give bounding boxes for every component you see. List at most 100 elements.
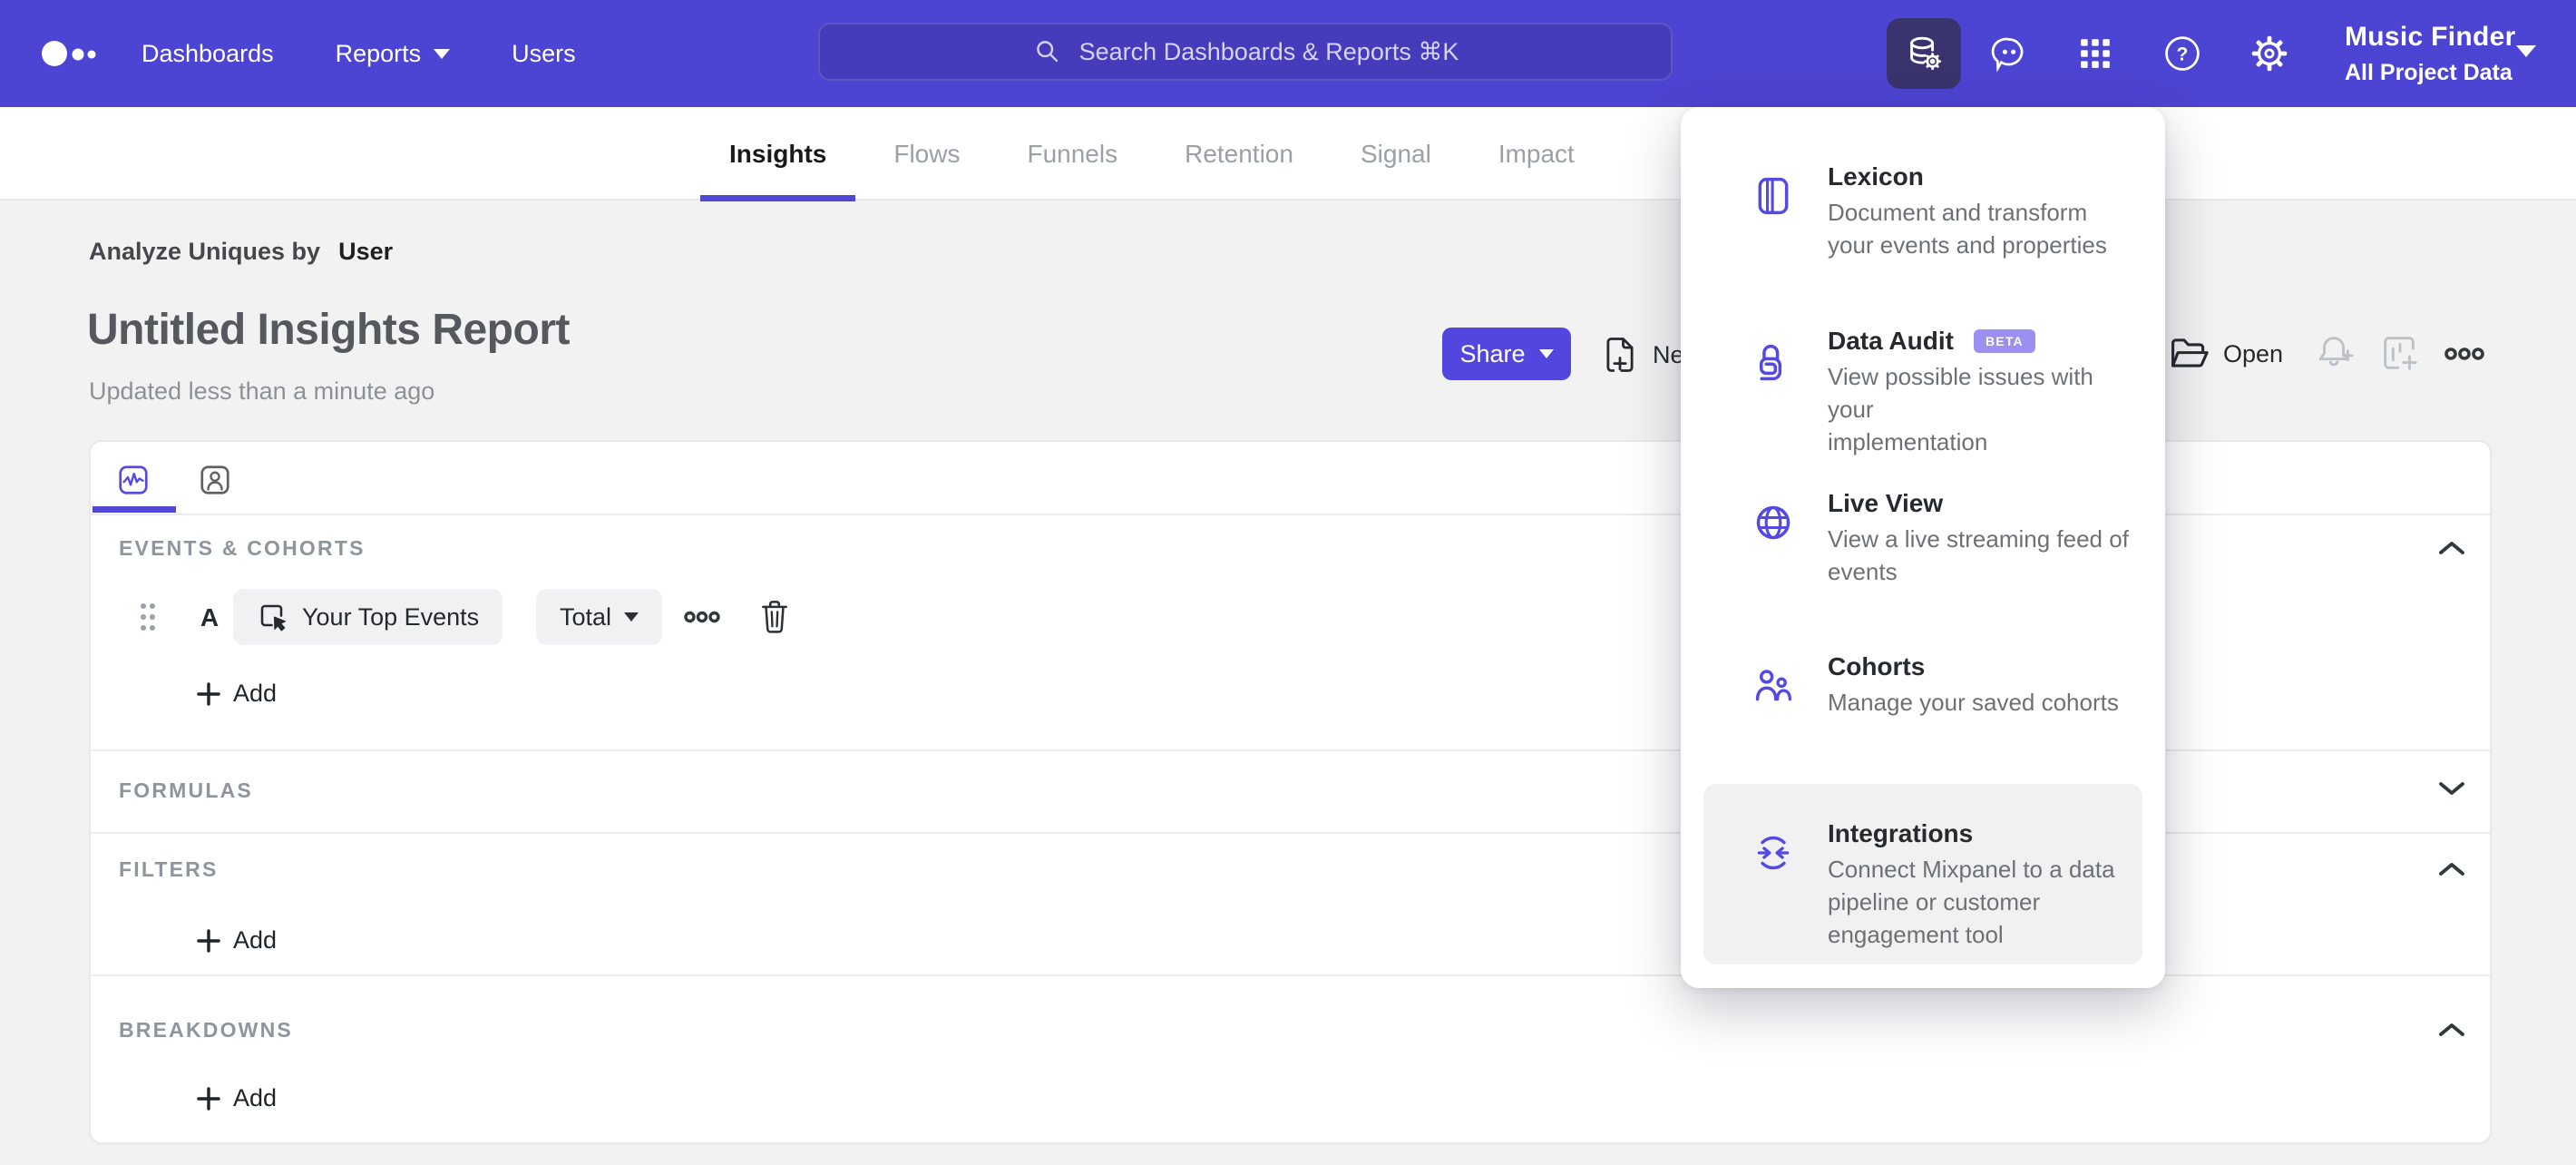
integrations-icon <box>1757 836 1790 870</box>
tab-flows[interactable]: Flows <box>864 107 989 201</box>
cursor-click-icon <box>260 604 287 631</box>
event-row-more-button[interactable] <box>683 609 721 630</box>
menu-item-text: Lexicon Document and transform your even… <box>1828 162 2107 261</box>
menu-item-description: Document and transform your events and p… <box>1828 199 2107 259</box>
add-label: Add <box>233 680 278 707</box>
tab-signal[interactable]: Signal <box>1332 107 1460 201</box>
metric-select-button[interactable]: Total <box>536 589 663 645</box>
tab-profiles-view[interactable] <box>199 464 231 496</box>
expand-formulas-button[interactable] <box>2438 781 2465 801</box>
event-name: Your Top Events <box>302 602 480 631</box>
tab-insights[interactable]: Insights <box>700 107 856 201</box>
nav-item-label: Dashboards <box>141 39 274 67</box>
tab-retention[interactable]: Retention <box>1156 107 1322 201</box>
gear-icon <box>2251 35 2288 72</box>
analyze-prefix: Analyze Uniques by <box>89 238 321 265</box>
drag-dots-icon <box>141 603 155 631</box>
settings-button[interactable] <box>2242 0 2297 107</box>
folder-icon <box>2171 338 2209 367</box>
menu-item-description: Manage your saved cohorts <box>1828 689 2119 716</box>
add-breakdown-button[interactable]: Add <box>197 1084 277 1112</box>
tab-funnels[interactable]: Funnels <box>998 107 1147 201</box>
add-event-button[interactable]: Add <box>197 680 277 708</box>
report-updated-text: Updated less than a minute ago <box>89 377 435 405</box>
menu-item-integrations-content: Integrations Connect Mixpanel to a data … <box>1753 818 2124 951</box>
menu-item-data-audit[interactable]: Data Audit BETA View possible issues wit… <box>1753 326 2140 458</box>
menu-item-live-view[interactable]: Live View View a live streaming feed of … <box>1753 488 2140 588</box>
add-to-board-button[interactable] <box>2378 332 2420 378</box>
nav-item-users[interactable]: Users <box>512 40 576 68</box>
beta-badge: BETA <box>1973 329 2035 353</box>
add-filter-button[interactable]: Add <box>197 926 277 955</box>
collapse-breakdowns-button[interactable] <box>2438 1022 2465 1042</box>
data-management-button[interactable] <box>1887 18 1961 89</box>
document-plus-icon <box>1606 338 1634 372</box>
search-placeholder: Search Dashboards & Reports ⌘K <box>1078 37 1459 65</box>
top-nav: Dashboards Reports Users Search Dashboar… <box>0 0 2576 107</box>
menu-item-integrations[interactable]: Integrations Connect Mixpanel to a data … <box>1703 784 2142 964</box>
delete-event-button[interactable] <box>757 598 792 641</box>
apps-grid-button[interactable] <box>2068 0 2122 107</box>
event-row-letter: A <box>200 603 220 631</box>
menu-item-description: View possible issues with your implement… <box>1828 363 2093 455</box>
report-tabs-band: Insights Flows Funnels Retention Signal … <box>0 107 2576 201</box>
search-input[interactable]: Search Dashboards & Reports ⌘K <box>818 23 1673 81</box>
menu-item-text: Cohorts Manage your saved cohorts <box>1828 651 2119 719</box>
nav-item-label: Reports <box>335 39 422 67</box>
mixpanel-logo-icon[interactable] <box>40 0 108 107</box>
share-button[interactable]: Share <box>1442 328 1571 380</box>
nav-item-dashboards[interactable]: Dashboards <box>141 40 274 68</box>
create-alert-button[interactable] <box>2313 332 2355 378</box>
ellipsis-icon <box>684 611 720 623</box>
project-name: Music Finder <box>2345 21 2516 52</box>
tab-impact[interactable]: Impact <box>1469 107 1604 201</box>
analyze-value-dropdown[interactable]: User <box>338 238 393 266</box>
open-report-button[interactable]: Open <box>2168 334 2283 374</box>
question-circle-icon: ? <box>2165 36 2200 71</box>
report-title[interactable]: Untitled Insights Report <box>87 305 570 355</box>
collapse-filters-button[interactable] <box>2438 861 2465 881</box>
tab-label: Retention <box>1185 139 1293 168</box>
chevron-down-icon <box>2439 782 2464 795</box>
globe-icon <box>1756 505 1791 540</box>
apps-grid-icon <box>2081 39 2110 68</box>
speech-bubble-icon <box>1991 37 2024 73</box>
active-view-underline <box>93 506 176 513</box>
lexicon-icon <box>1758 177 1789 215</box>
trash-icon <box>762 601 787 633</box>
chevron-up-icon <box>2439 863 2464 876</box>
drag-handle[interactable] <box>138 602 158 637</box>
caret-down-icon <box>434 48 451 59</box>
event-select-button[interactable]: Your Top Events <box>233 589 503 645</box>
menu-item-title: Cohorts <box>1828 652 1926 680</box>
menu-item-text: Integrations Connect Mixpanel to a data … <box>1828 818 2115 951</box>
person-square-icon <box>200 465 229 494</box>
menu-item-text: Live View View a live streaming feed of … <box>1828 488 2129 588</box>
menu-item-title: Integrations <box>1828 819 1974 847</box>
menu-item-description: Connect Mixpanel to a data pipeline or c… <box>1828 856 2115 948</box>
chart-plus-icon <box>2384 337 2417 370</box>
project-selector[interactable]: Music Finder All Project Data <box>2345 0 2516 107</box>
more-options-button[interactable] <box>2444 345 2484 367</box>
tab-events-view[interactable] <box>117 464 150 496</box>
project-caret-icon[interactable] <box>2516 45 2536 57</box>
tab-label: Signal <box>1360 139 1431 168</box>
menu-item-text: Data Audit BETA View possible issues wit… <box>1828 326 2140 458</box>
feedback-button[interactable] <box>1982 0 2036 107</box>
section-label-events: EVENTS & COHORTS <box>119 536 366 560</box>
help-button[interactable]: ? <box>2155 0 2210 107</box>
ellipsis-icon <box>2444 348 2484 360</box>
plus-icon <box>197 928 220 953</box>
pulse-square-icon <box>119 465 148 494</box>
menu-item-lexicon[interactable]: Lexicon Document and transform your even… <box>1753 162 2140 261</box>
plus-icon <box>197 681 220 706</box>
plus-icon <box>197 1086 220 1111</box>
section-label-filters: FILTERS <box>119 857 219 881</box>
nav-item-reports[interactable]: Reports <box>336 40 451 68</box>
data-audit-icon <box>1759 344 1782 381</box>
menu-item-cohorts[interactable]: Cohorts Manage your saved cohorts <box>1753 651 2140 719</box>
tab-label: Funnels <box>1027 139 1118 168</box>
open-report-label: Open <box>2223 339 2284 367</box>
add-label: Add <box>233 926 278 954</box>
collapse-events-button[interactable] <box>2438 540 2465 560</box>
